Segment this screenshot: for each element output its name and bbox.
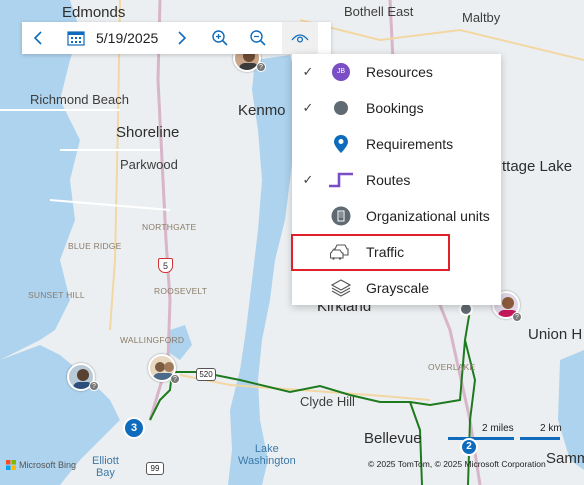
map-label-edmonds: Edmonds: [62, 4, 126, 21]
resource-status-badge: ?: [512, 312, 522, 322]
pin-icon: [328, 131, 354, 157]
resource-status-badge: ?: [256, 62, 266, 72]
checkmark-icon: ✓: [302, 64, 314, 79]
resource-status-badge: ?: [170, 374, 180, 384]
map-label-overlake: OVERLAKE: [428, 362, 476, 372]
menu-item-routes[interactable]: ✓ Routes: [292, 162, 501, 198]
i5-shield-icon: 5: [158, 258, 173, 273]
menu-item-label: Grayscale: [366, 280, 430, 296]
microsoft-logo-icon: [6, 460, 16, 470]
sr520-shield-icon: 520: [196, 368, 216, 381]
map-label-parkwood: Parkwood: [120, 157, 178, 172]
menu-item-label: Resources: [366, 64, 433, 80]
layers-visibility-button[interactable]: [282, 22, 319, 54]
booking-circle-icon: [328, 95, 354, 121]
menu-item-resources[interactable]: ✓ JB Resources: [292, 54, 501, 90]
resource-status-badge: ?: [89, 381, 99, 391]
map-label-northgate: NORTHGATE: [142, 222, 197, 232]
map-label-kenmore: Kenmo: [238, 102, 286, 119]
zoom-in-button[interactable]: [204, 22, 236, 54]
menu-item-label: Requirements: [366, 136, 454, 152]
map-label-sunset-hill: SUNSET HILL: [28, 290, 85, 300]
checkmark-icon: ✓: [302, 172, 314, 187]
map-label-shoreline: Shoreline: [116, 124, 180, 141]
date-display[interactable]: 5/19/2025: [96, 30, 158, 46]
map-label-cottage-lake: ttage Lake: [502, 158, 573, 175]
booking-cluster-marker[interactable]: 2: [460, 438, 478, 456]
map-copyright: © 2025 TomTom, © 2025 Microsoft Corporat…: [368, 459, 546, 469]
map-label-elliott-bay: Elliott Bay: [92, 455, 119, 479]
resources-initials: JB: [332, 63, 350, 81]
checkmark-icon: ✓: [302, 100, 314, 115]
previous-day-button[interactable]: [22, 22, 54, 54]
resources-jb-icon: JB: [328, 59, 354, 85]
map-label-roosevelt: ROOSEVELT: [154, 286, 208, 296]
map-label-bothell-east: Bothell East: [344, 4, 414, 19]
menu-item-label: Bookings: [366, 100, 424, 116]
next-day-button[interactable]: [166, 22, 198, 54]
map-label-maltby: Maltby: [462, 10, 501, 25]
menu-item-label: Organizational units: [366, 208, 490, 224]
menu-item-requirements[interactable]: Requirements: [292, 126, 501, 162]
bing-brand-text: Microsoft Bing: [19, 460, 77, 470]
map-label-sammamish: Samm: [546, 450, 584, 467]
chevron-right-icon: [178, 31, 187, 45]
menu-item-bookings[interactable]: ✓ Bookings: [292, 90, 501, 126]
map-label-union-hill: Union H: [528, 326, 583, 343]
map-label-richmond-beach: Richmond Beach: [30, 92, 129, 107]
calendar-button[interactable]: [60, 22, 92, 54]
layers-icon: [328, 275, 354, 301]
map-label-wallingford: WALLINGFORD: [120, 335, 185, 345]
map-label-blue-ridge: BLUE RIDGE: [68, 241, 122, 251]
zoom-in-icon: [212, 30, 228, 46]
bing-logo: Microsoft Bing: [6, 460, 76, 470]
calendar-icon: [67, 31, 85, 46]
scale-label-km: 2 km: [540, 423, 562, 434]
building-icon: [328, 203, 354, 229]
chevron-left-icon: [33, 31, 42, 45]
menu-item-grayscale[interactable]: Grayscale: [292, 270, 501, 306]
zoom-out-button[interactable]: [242, 22, 274, 54]
zoom-out-icon: [250, 30, 266, 46]
map-label-bellevue: Bellevue: [364, 430, 422, 447]
sr99-shield-icon: 99: [146, 462, 164, 475]
map-label-lake-washington: Lake Washington: [238, 443, 296, 467]
map-toolbar: 5/19/2025: [22, 22, 331, 54]
eye-icon: [291, 34, 309, 43]
scale-label-miles: 2 miles: [482, 423, 514, 434]
booking-cluster-marker[interactable]: 3: [123, 417, 145, 439]
menu-item-label: Routes: [366, 172, 411, 188]
map-label-clyde-hill: Clyde Hill: [300, 394, 355, 409]
route-icon: [328, 167, 354, 193]
menu-item-organizational-units[interactable]: Organizational units: [292, 198, 501, 234]
traffic-highlight-box: [291, 234, 450, 271]
